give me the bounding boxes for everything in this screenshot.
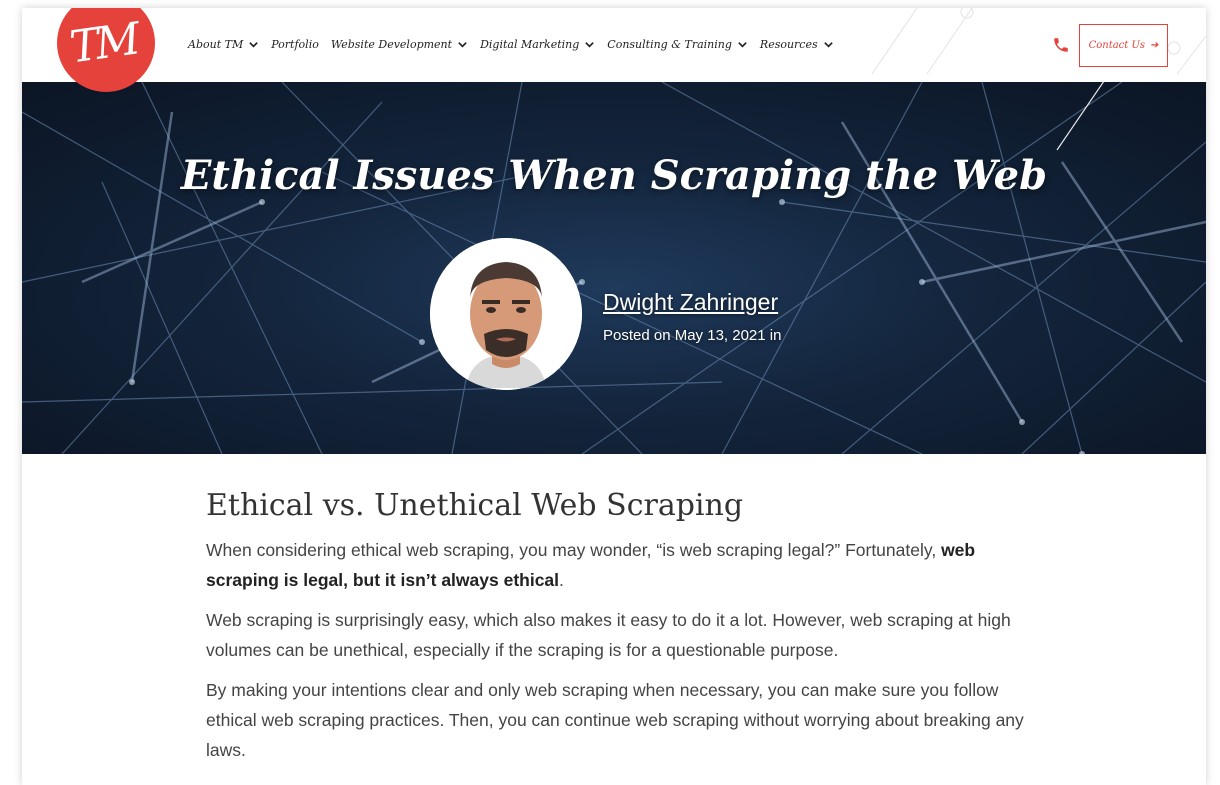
chevron-down-icon bbox=[249, 42, 258, 48]
chevron-down-icon bbox=[585, 42, 595, 48]
hero-banner: Ethical Issues When Scraping the Web Dwi… bbox=[22, 82, 1206, 454]
author-portrait-image bbox=[430, 238, 582, 390]
phone-icon[interactable] bbox=[1052, 36, 1070, 54]
contact-label: Contact Us bbox=[1088, 40, 1146, 51]
site-header: TM About TM Portfolio Website Developmen… bbox=[22, 8, 1206, 92]
nav-item-portfolio[interactable]: Portfolio bbox=[271, 38, 319, 51]
nav-item-digital-marketing[interactable]: Digital Marketing bbox=[480, 38, 595, 51]
author-avatar[interactable] bbox=[430, 238, 582, 390]
article-body: Ethical vs. Unethical Web Scraping When … bbox=[206, 488, 1036, 775]
nav-item-about[interactable]: About TM bbox=[188, 38, 259, 51]
network-background-image bbox=[22, 82, 1206, 454]
arrow-right-icon: ➔ bbox=[1150, 40, 1159, 51]
nav-item-resources[interactable]: Resources bbox=[760, 38, 834, 51]
paragraph-1-text: When considering ethical web scraping, y… bbox=[206, 540, 937, 560]
page-frame: TM About TM Portfolio Website Developmen… bbox=[22, 8, 1206, 785]
chevron-down-icon bbox=[458, 42, 467, 48]
site-logo[interactable]: TM bbox=[57, 8, 155, 92]
contact-us-button[interactable]: Contact Us ➔ bbox=[1079, 24, 1168, 67]
paragraph-1: When considering ethical web scraping, y… bbox=[206, 535, 1036, 595]
nav-label: Consulting & Training bbox=[607, 38, 732, 51]
logo-text: TM bbox=[66, 13, 140, 73]
nav-label: About TM bbox=[188, 38, 244, 51]
author-link[interactable]: Dwight Zahringer bbox=[603, 289, 778, 316]
chevron-down-icon bbox=[738, 42, 747, 48]
nav-label: Portfolio bbox=[271, 38, 319, 51]
main-nav: About TM Portfolio Website Development D… bbox=[188, 38, 834, 51]
nav-label: Resources bbox=[759, 38, 818, 51]
chevron-down-icon bbox=[823, 42, 833, 48]
nav-label: Website Development bbox=[330, 38, 453, 51]
article-title: Ethical Issues When Scraping the Web bbox=[180, 152, 1048, 199]
post-meta: Posted on May 13, 2021 in bbox=[603, 327, 782, 344]
paragraph-2: Web scraping is surprisingly easy, which… bbox=[206, 610, 1011, 660]
paragraph-3: By making your intentions clear and only… bbox=[206, 680, 1024, 760]
nav-label: Digital Marketing bbox=[480, 38, 580, 51]
section-heading: Ethical vs. Unethical Web Scraping bbox=[206, 488, 744, 523]
nav-item-consulting-training[interactable]: Consulting & Training bbox=[607, 38, 748, 51]
nav-item-website-development[interactable]: Website Development bbox=[331, 38, 468, 51]
paragraph-1-end: . bbox=[559, 570, 564, 590]
